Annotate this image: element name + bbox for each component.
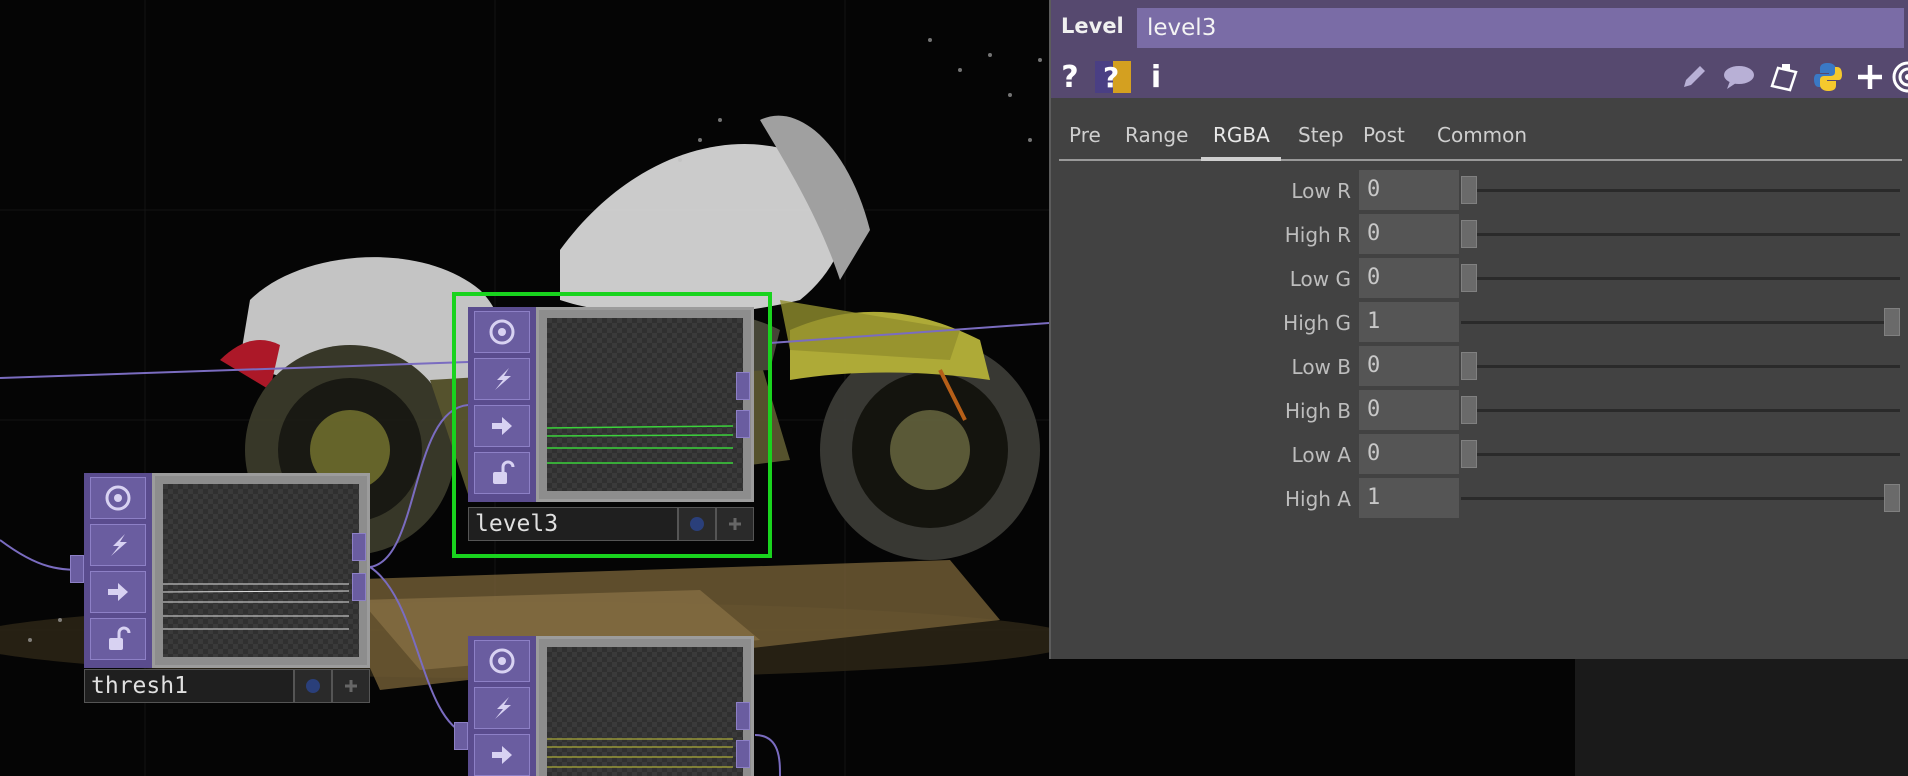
panel-toolbar: ? ? i [1051,56,1908,98]
output-connector[interactable] [736,702,750,730]
param-value-field[interactable]: 0 [1359,390,1459,430]
output-connector[interactable] [736,740,750,768]
python-icon[interactable] [1811,62,1845,92]
output-connector[interactable] [736,372,750,400]
param-slider-handle[interactable] [1884,308,1900,336]
node-unnamed[interactable] [454,636,754,776]
tab-common[interactable]: Common [1437,123,1527,147]
param-tabs: Pre Range RGBA Step Post Common [1059,113,1902,161]
param-label: Low R [1291,179,1351,203]
comment-icon[interactable] [1721,62,1757,92]
param-value-field[interactable]: 0 [1359,170,1459,210]
param-label: Low A [1291,443,1351,467]
viewer-toggle-icon[interactable] [474,640,530,682]
operator-type: Level [1061,14,1124,38]
input-connector[interactable] [454,722,468,750]
node-flag-icon[interactable] [678,507,716,541]
empty-pane [1575,659,1908,776]
param-value-field[interactable]: 1 [1359,302,1459,342]
tab-range[interactable]: Range [1125,123,1188,147]
help-icon[interactable]: ? [1059,60,1081,95]
node-bypass-icon[interactable] [716,507,754,541]
node-button-strip [468,636,537,776]
display-arrow-icon[interactable] [474,405,530,447]
param-slider-handle[interactable] [1461,396,1477,424]
lock-icon[interactable] [90,618,146,660]
pencil-icon[interactable] [1679,62,1709,92]
param-slider-track[interactable] [1461,321,1900,324]
node-viewer[interactable] [536,636,754,776]
tab-pre[interactable]: Pre [1069,123,1101,147]
param-value-field[interactable]: 0 [1359,434,1459,474]
active-tab-underline [1201,157,1281,161]
input-connector[interactable] [70,555,84,583]
param-value-field[interactable]: 0 [1359,214,1459,254]
param-label: Low G [1289,267,1351,291]
node-viewer[interactable] [536,307,754,502]
param-slider-handle[interactable] [1461,264,1477,292]
node-flag-icon[interactable] [294,669,332,703]
param-slider-handle[interactable] [1884,484,1900,512]
svg-text:?: ? [1103,61,1119,93]
node-thresh1[interactable]: thresh1 [70,473,370,706]
node-viewer[interactable] [152,473,370,668]
param-slider-handle[interactable] [1461,440,1477,468]
cook-bypass-icon[interactable] [474,358,530,400]
node-name[interactable]: thresh1 [84,669,294,703]
operator-name-field[interactable]: level3 [1137,8,1904,48]
node-button-strip [84,473,153,668]
node-bypass-icon[interactable] [332,669,370,703]
tab-rgba[interactable]: RGBA [1213,123,1270,147]
tab-step[interactable]: Step [1298,123,1344,147]
param-slider-track[interactable] [1461,189,1900,192]
display-arrow-icon[interactable] [474,734,530,776]
output-connector[interactable] [352,533,366,561]
display-arrow-icon[interactable] [90,571,146,613]
param-slider-track[interactable] [1461,365,1900,368]
param-label: High B [1284,399,1351,423]
plus-icon[interactable] [1855,62,1885,92]
param-slider-handle[interactable] [1461,220,1477,248]
tab-post[interactable]: Post [1363,123,1405,147]
target-icon[interactable] [1891,61,1908,93]
viewer-toggle-icon[interactable] [474,311,530,353]
panel-titlebar: Level level3 [1051,0,1908,56]
lock-icon[interactable] [474,452,530,494]
param-slider-track[interactable] [1461,277,1900,280]
param-slider-track[interactable] [1461,453,1900,456]
param-value-field[interactable]: 0 [1359,258,1459,298]
cook-bypass-icon[interactable] [90,524,146,566]
output-connector[interactable] [352,573,366,601]
param-slider-track[interactable] [1461,497,1900,500]
parameter-dialog[interactable]: Level level3 ? ? i Pre Range RGBA Step P… [1049,0,1908,659]
output-connector[interactable] [736,410,750,438]
node-name[interactable]: level3 [468,507,678,541]
node-button-strip [468,307,537,502]
param-slider-handle[interactable] [1461,176,1477,204]
info-icon[interactable]: i [1147,60,1165,95]
param-label: High R [1284,223,1351,247]
param-slider-track[interactable] [1461,233,1900,236]
viewer-toggle-icon[interactable] [90,477,146,519]
param-label: High A [1284,487,1351,511]
param-value-field[interactable]: 1 [1359,478,1459,518]
param-label: High G [1283,311,1351,335]
param-slider-track[interactable] [1461,409,1900,412]
clipboard-icon[interactable] [1769,62,1801,92]
node-level3-body[interactable]: level3 [468,307,754,541]
param-slider-handle[interactable] [1461,352,1477,380]
compare-help-icon[interactable]: ? [1095,61,1131,93]
param-value-field[interactable]: 0 [1359,346,1459,386]
cook-bypass-icon[interactable] [474,687,530,729]
param-label: Low B [1291,355,1351,379]
